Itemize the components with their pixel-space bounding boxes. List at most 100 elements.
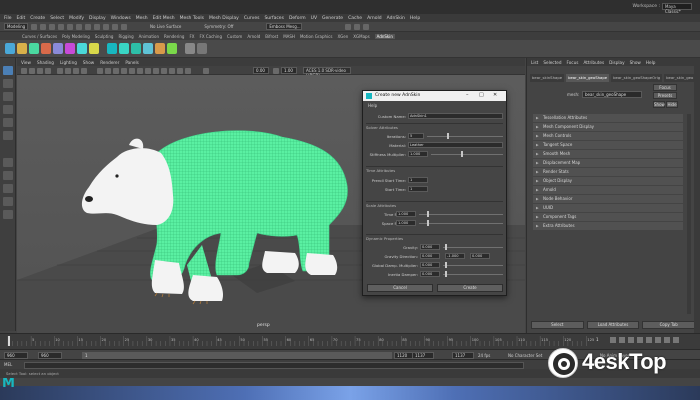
adn-skin-cache-icon[interactable] bbox=[143, 43, 153, 54]
adn-paint-icon[interactable] bbox=[89, 43, 99, 54]
adn-sensor-icon[interactable] bbox=[5, 43, 15, 54]
ae-copy-tab-button[interactable]: Copy Tab bbox=[642, 321, 696, 329]
gravity-input[interactable]: 0.000 bbox=[420, 244, 440, 250]
menu-curves[interactable]: Curves bbox=[244, 16, 260, 21]
select-tool-icon[interactable] bbox=[3, 66, 13, 75]
shelf-tab-animation[interactable]: Animation bbox=[139, 34, 159, 39]
adn-fat-icon[interactable] bbox=[53, 43, 63, 54]
menu-select[interactable]: Select bbox=[50, 16, 64, 21]
time-scale-input[interactable]: 1.000 bbox=[396, 211, 416, 217]
shelf-tab-arnold[interactable]: Arnold bbox=[247, 34, 260, 39]
persp-outliner-icon[interactable] bbox=[3, 184, 13, 193]
ae-tab-active[interactable]: bear_skin_geoShape bbox=[566, 74, 610, 82]
select-object-icon[interactable] bbox=[76, 23, 82, 30]
open-scene-icon[interactable] bbox=[31, 23, 37, 30]
rotate-tool-icon[interactable] bbox=[3, 118, 13, 127]
create-button[interactable]: Create bbox=[437, 284, 503, 292]
status-field[interactable]: Emboss Mesg... bbox=[266, 23, 303, 30]
menu-display[interactable]: Display bbox=[89, 16, 106, 21]
slider-knob[interactable] bbox=[445, 262, 447, 268]
ae-section[interactable]: Tessellation Attributes bbox=[533, 114, 683, 122]
space-scale-input[interactable]: 1.000 bbox=[396, 220, 416, 226]
ae-section[interactable]: Smooth Mesh bbox=[533, 150, 683, 158]
render-settings-icon[interactable] bbox=[363, 23, 370, 30]
space-scale-slider[interactable] bbox=[419, 220, 503, 226]
menu-edit-mesh[interactable]: Edit Mesh bbox=[153, 16, 175, 21]
wire-on-shaded-icon[interactable] bbox=[113, 67, 119, 74]
adn-locator-icon[interactable] bbox=[17, 43, 27, 54]
smooth-shade-icon[interactable] bbox=[105, 67, 111, 74]
slider-knob[interactable] bbox=[427, 220, 429, 226]
scale-section-header[interactable]: Scale Attributes bbox=[366, 201, 503, 208]
ae-section[interactable]: UUID bbox=[533, 204, 683, 212]
slider-knob[interactable] bbox=[445, 244, 447, 250]
vp-menu-show[interactable]: Show bbox=[83, 60, 94, 65]
move-tool-icon[interactable] bbox=[3, 105, 13, 114]
gamma-icon[interactable] bbox=[273, 67, 279, 74]
adn-ribbon-icon[interactable] bbox=[41, 43, 51, 54]
gravity-dir-y-input[interactable]: -1.000 bbox=[445, 253, 465, 259]
undo-icon[interactable] bbox=[49, 23, 55, 30]
menu-cache[interactable]: Cache bbox=[348, 16, 362, 21]
stiffness-input[interactable]: 1.000 bbox=[408, 151, 428, 157]
slider-knob[interactable] bbox=[461, 151, 463, 157]
image-plane-icon[interactable] bbox=[45, 67, 51, 74]
camera-attr-icon[interactable] bbox=[29, 67, 35, 74]
workspace-select[interactable]: Maya Classic* bbox=[662, 3, 692, 14]
command-input[interactable] bbox=[24, 361, 524, 369]
current-time-indicator[interactable] bbox=[8, 336, 10, 346]
gravity-dir-x-input[interactable]: 0.000 bbox=[420, 253, 440, 259]
custom-name-input[interactable]: AdnSkin1 bbox=[408, 113, 503, 119]
vp-menu-renderer[interactable]: Renderer bbox=[100, 60, 119, 65]
slider-knob[interactable] bbox=[445, 271, 447, 277]
ae-menu-attributes[interactable]: Attributes bbox=[583, 60, 604, 65]
animation-end-field[interactable]: 1137 bbox=[452, 351, 474, 359]
four-view-icon[interactable] bbox=[3, 171, 13, 180]
camera-icon[interactable] bbox=[21, 67, 27, 74]
ae-menu-selected[interactable]: Selected bbox=[543, 60, 561, 65]
menu-arnold[interactable]: Arnold bbox=[367, 16, 382, 21]
snap-view-icon[interactable] bbox=[121, 23, 127, 30]
shelf-tab-xgmaps[interactable]: XGMaps bbox=[353, 34, 369, 39]
iterations-slider[interactable] bbox=[427, 133, 503, 139]
ae-section[interactable]: Tangent Space bbox=[533, 141, 683, 149]
ae-menu-focus[interactable]: Focus bbox=[566, 60, 578, 65]
shelf-tab-custom[interactable]: Custom bbox=[227, 34, 242, 39]
shelf-tab-mash[interactable]: MASH bbox=[283, 34, 295, 39]
snap-point-icon[interactable] bbox=[112, 23, 118, 30]
ae-focus-button[interactable]: Focus bbox=[653, 84, 677, 91]
gravity-slider[interactable] bbox=[443, 244, 503, 250]
ae-menu-display[interactable]: Display bbox=[609, 60, 624, 65]
persp-graph-icon[interactable] bbox=[3, 197, 13, 206]
side-panel-tabs[interactable] bbox=[694, 58, 700, 333]
shelf-tab-sculpting[interactable]: Sculpting bbox=[95, 34, 114, 39]
adn-muscle-icon[interactable] bbox=[29, 43, 39, 54]
menu-mesh[interactable]: Mesh bbox=[136, 16, 148, 21]
lights-icon[interactable] bbox=[129, 67, 135, 74]
time-ruler[interactable]: 5 10 15 20 25 30 35 40 45 50 55 60 65 70 75 80 85 90 95 100… bbox=[4, 336, 594, 346]
adn-glue-icon[interactable] bbox=[65, 43, 75, 54]
range-slider-bar[interactable]: 1 bbox=[82, 351, 392, 359]
color-transform-select[interactable]: ACES 1.0 SDR-video (sRGB) bbox=[303, 67, 351, 78]
current-frame[interactable]: 1 bbox=[596, 337, 599, 342]
inertia-damper-input[interactable]: 0.000 bbox=[420, 271, 440, 277]
slider-knob[interactable] bbox=[427, 211, 429, 217]
snap-curve-icon[interactable] bbox=[103, 23, 109, 30]
adn-skin-paint-icon[interactable] bbox=[131, 43, 141, 54]
xray-icon[interactable] bbox=[161, 67, 167, 74]
xray-joints-icon[interactable] bbox=[169, 67, 175, 74]
vp-menu-shading[interactable]: Shading bbox=[37, 60, 54, 65]
ae-tab[interactable]: bear_skinShape bbox=[530, 74, 565, 82]
film-gate-icon[interactable] bbox=[65, 67, 71, 74]
slider-knob[interactable] bbox=[447, 133, 449, 139]
ae-hide-button[interactable]: Hide bbox=[666, 101, 678, 108]
resolution-gate-icon[interactable] bbox=[73, 67, 79, 74]
inertia-damper-slider[interactable] bbox=[443, 271, 503, 277]
time-section-header[interactable]: Time Attributes bbox=[366, 166, 503, 173]
vp-menu-lighting[interactable]: Lighting bbox=[60, 60, 77, 65]
adn-skin-merge-icon[interactable] bbox=[119, 43, 129, 54]
ae-menu-list[interactable]: List bbox=[531, 60, 538, 65]
minimize-icon[interactable]: – bbox=[466, 92, 469, 98]
live-surface-label[interactable]: No Live Surface bbox=[150, 24, 181, 29]
iterations-input[interactable]: 5 bbox=[408, 133, 424, 139]
